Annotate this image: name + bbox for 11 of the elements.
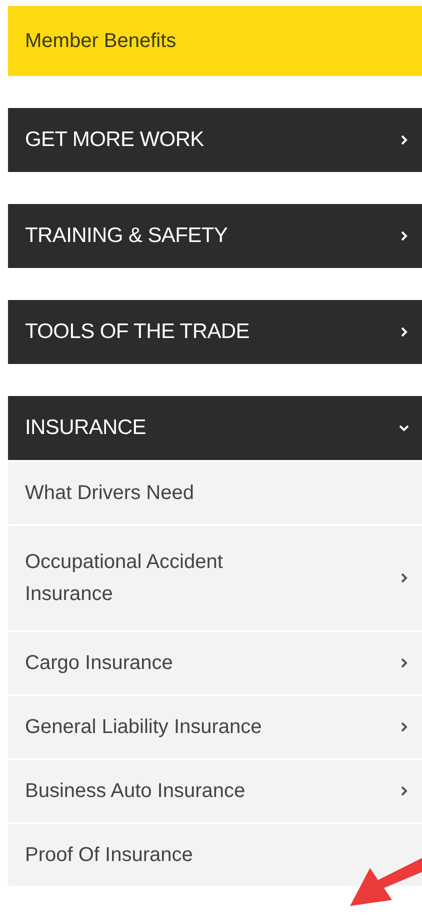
- menu-item[interactable]: Cargo Insurance: [8, 632, 422, 694]
- menu-item[interactable]: General Liability Insurance: [8, 696, 422, 758]
- menu-item[interactable]: Occupational Accident Insurance: [8, 526, 422, 630]
- section-toggle[interactable]: TRAINING & SAFETY: [8, 204, 422, 268]
- menu-item[interactable]: Business Auto Insurance: [8, 760, 422, 822]
- section-toggle[interactable]: TOOLS OF THE TRADE: [8, 300, 422, 364]
- member-benefits-link[interactable]: Member Benefits: [8, 6, 422, 76]
- menu-item[interactable]: Proof Of Insurance: [8, 824, 422, 886]
- menu-item[interactable]: What Drivers Need: [8, 462, 422, 524]
- section-toggle[interactable]: INSURANCE: [8, 396, 422, 460]
- section-toggle[interactable]: GET MORE WORK: [8, 108, 422, 172]
